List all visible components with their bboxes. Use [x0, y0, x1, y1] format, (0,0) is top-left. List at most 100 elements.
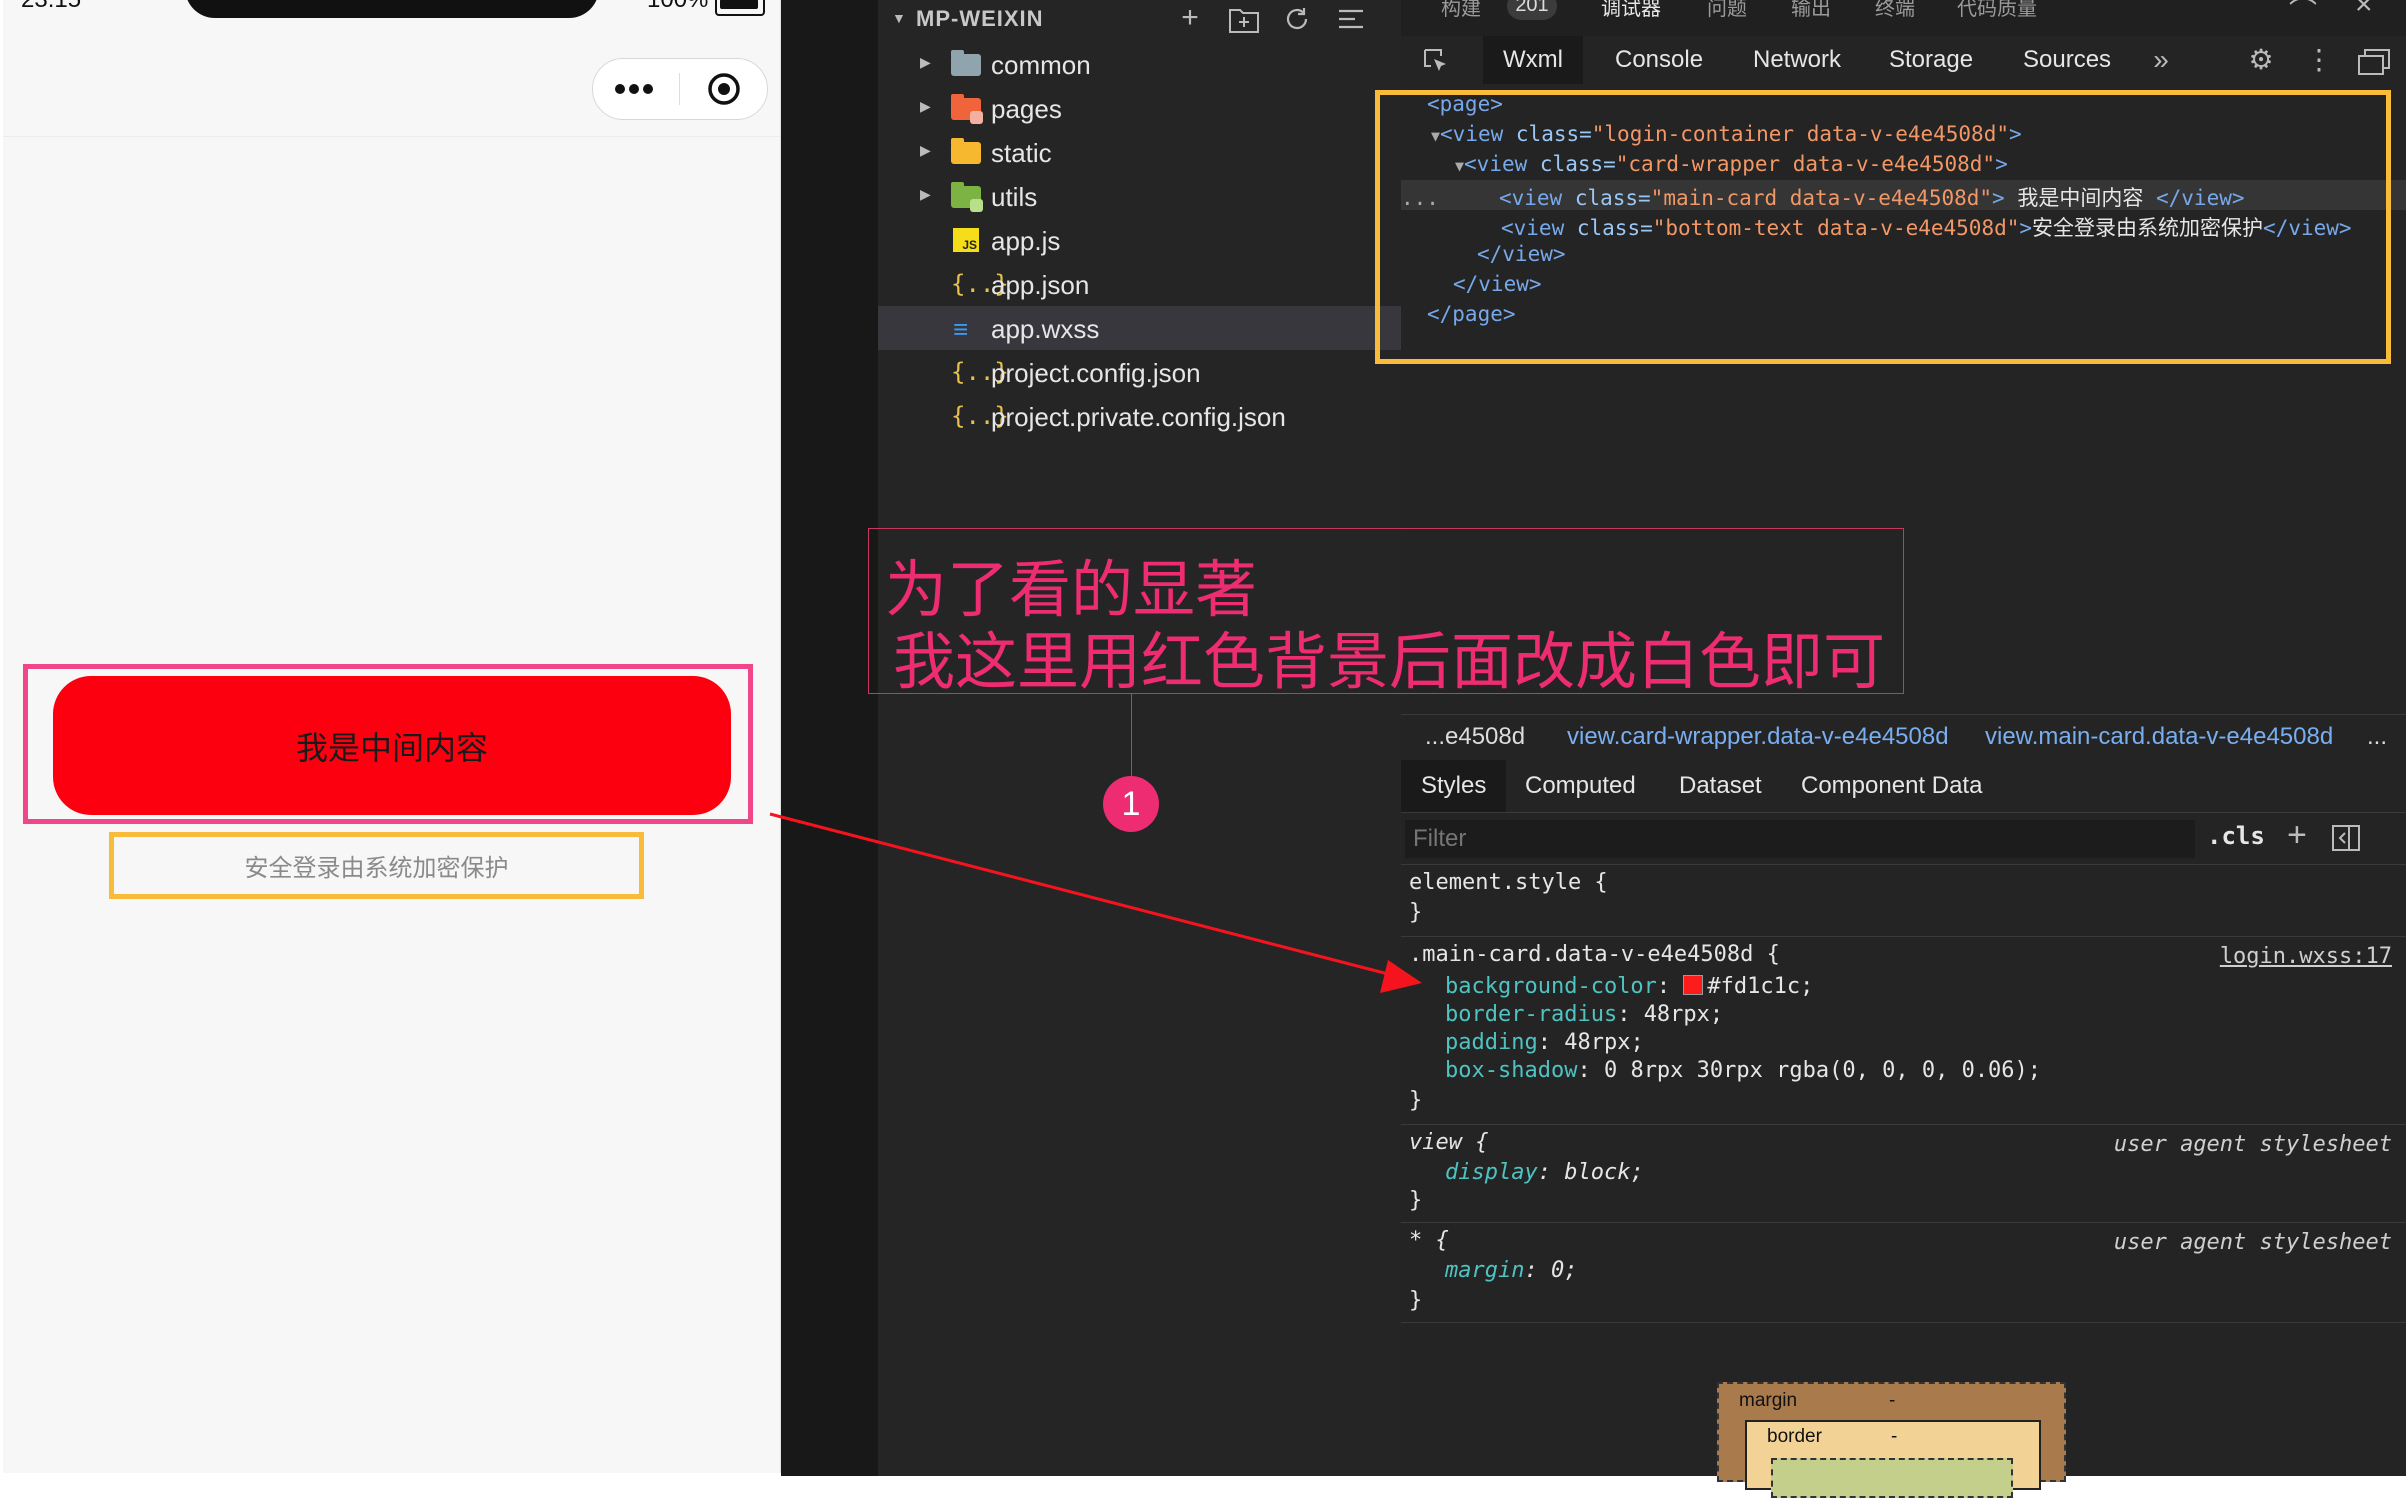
- devtools-tabs: Wxml Console Network Storage Sources » ⚙…: [1401, 36, 2406, 85]
- minimize-icon[interactable]: ⌒: [2289, 0, 2317, 30]
- more-icon[interactable]: [615, 79, 665, 99]
- debugger-top-tabs: 构建 201 调试器 问题 输出 终端 代码质量 ⌒ ×: [1401, 0, 2406, 36]
- styles-filter-input[interactable]: [1405, 820, 2195, 858]
- json-file-icon: {..}: [951, 402, 1009, 430]
- breadcrumb-more[interactable]: ...: [2367, 723, 2387, 751]
- cls-toggle-button[interactable]: .cls: [2207, 822, 2265, 850]
- status-bar: 23:15 100%: [3, 0, 780, 20]
- step-number-badge: 1: [1103, 776, 1159, 832]
- tab-styles[interactable]: Styles: [1401, 760, 1507, 812]
- expand-arrow-icon[interactable]: ▶: [920, 142, 931, 159]
- border-value[interactable]: -: [1891, 1426, 1897, 1448]
- breadcrumb-item[interactable]: view.card-wrapper.data-v-e4e4508d: [1567, 723, 1949, 751]
- box-model-padding[interactable]: [1771, 1458, 2013, 1498]
- rule-element-style[interactable]: element.style { }: [1401, 866, 2406, 937]
- decl-padding[interactable]: padding: 48rpx;: [1445, 1030, 1644, 1055]
- settings-gear-icon[interactable]: ⚙: [2245, 44, 2277, 76]
- decl-background-color[interactable]: background-color: #fd1c1c;: [1445, 974, 1813, 999]
- explorer-tree: ▼ MP-WEIXIN + ▶ common ▶ pages ▶ static ▶ utils…: [878, 0, 1401, 1476]
- breadcrumb-item[interactable]: view.main-card.data-v-e4e4508d: [1985, 723, 2333, 751]
- tree-folder-utils[interactable]: ▶ utils: [878, 174, 1401, 218]
- close-icon[interactable]: ×: [2355, 0, 2373, 22]
- color-swatch[interactable]: [1683, 975, 1704, 995]
- refresh-icon[interactable]: [1282, 4, 1312, 34]
- expand-arrow-icon[interactable]: ▶: [920, 186, 931, 203]
- add-style-rule-icon[interactable]: +: [2287, 816, 2307, 855]
- nav-divider: [3, 136, 780, 137]
- tab-code-quality[interactable]: 代码质量: [1957, 0, 2037, 21]
- kebab-menu-icon[interactable]: ⋮: [2303, 44, 2335, 76]
- battery-icon: [715, 0, 765, 16]
- inspect-element-icon[interactable]: [1421, 46, 1451, 76]
- tab-dataset[interactable]: Dataset: [1679, 760, 1762, 812]
- collapse-all-icon[interactable]: [1336, 6, 1366, 34]
- tree-file-project-config-json[interactable]: {..} project.config.json: [878, 350, 1401, 394]
- margin-value[interactable]: -: [1889, 1390, 1895, 1412]
- annotation-line-2: 我这里用红色背景后面改成白色即可: [893, 625, 1886, 698]
- tab-storage[interactable]: Storage: [1889, 36, 1973, 84]
- tree-folder-pages[interactable]: ▶ pages: [878, 86, 1401, 130]
- tab-console[interactable]: Console: [1615, 36, 1703, 84]
- selector-main-card: .main-card.data-v-e4e4508d {: [1409, 942, 1780, 967]
- close-target-icon[interactable]: [706, 71, 742, 107]
- phone-simulator: 23:15 100% 我是中间内容 安全登录由系统加密保护: [3, 0, 781, 1473]
- file-explorer: ▼ MP-WEIXIN + ▶ common ▶ pages ▶ static ▶ utils…: [781, 0, 1401, 1476]
- toggle-sidebar-icon[interactable]: [2331, 824, 2361, 852]
- tab-problems[interactable]: 问题: [1707, 0, 1747, 21]
- tree-item-label: project.private.config.json: [991, 402, 1286, 432]
- tab-sources[interactable]: Sources: [2023, 36, 2111, 84]
- tree-file-app-json[interactable]: {..} app.json: [878, 262, 1401, 306]
- collapse-caret-icon[interactable]: ▼: [892, 10, 906, 26]
- tab-terminal[interactable]: 终端: [1875, 0, 1915, 21]
- source-link-login-wxss[interactable]: login.wxss:17: [2220, 944, 2392, 969]
- json-file-icon: {..}: [951, 358, 1009, 386]
- tree-file-app-wxss[interactable]: ≡ app.wxss: [878, 306, 1401, 350]
- capsule-divider: [679, 73, 680, 105]
- more-tabs-icon[interactable]: »: [2145, 44, 2177, 76]
- expand-arrow-icon[interactable]: ▶: [920, 54, 931, 71]
- filter-row: .cls +: [1401, 814, 2406, 865]
- expand-arrow-icon[interactable]: ▶: [920, 98, 931, 115]
- rule-view[interactable]: view { user agent stylesheet display: bl…: [1401, 1126, 2406, 1223]
- tree-folder-static[interactable]: ▶ static: [878, 130, 1401, 174]
- tree-item-label: utils: [991, 182, 1038, 212]
- tree-file-project-private-config-json[interactable]: {..} project.private.config.json: [878, 394, 1401, 438]
- tree-item-label: app.json: [991, 270, 1090, 300]
- tree-file-app-js[interactable]: JS app.js: [878, 218, 1401, 262]
- tab-build[interactable]: 构建: [1441, 0, 1481, 21]
- selector-universal: * {: [1409, 1228, 1449, 1253]
- folder-icon: [951, 182, 983, 212]
- tab-network[interactable]: Network: [1753, 36, 1841, 84]
- dock-icon[interactable]: [2357, 48, 2391, 76]
- new-file-icon[interactable]: +: [1174, 2, 1206, 34]
- explorer-header[interactable]: ▼ MP-WEIXIN +: [878, 0, 1401, 40]
- battery-percent: 100%: [647, 0, 708, 14]
- tab-computed[interactable]: Computed: [1525, 760, 1636, 812]
- json-file-icon: {..}: [951, 270, 1009, 298]
- annotation-callout: 为了看的显著 我这里用红色背景后面改成白色即可: [868, 528, 1904, 698]
- decl-display: display: block;: [1445, 1160, 1644, 1185]
- folder-icon: [951, 138, 983, 166]
- project-title: MP-WEIXIN: [916, 6, 1044, 31]
- new-folder-icon[interactable]: [1228, 6, 1260, 34]
- rule-main-card[interactable]: .main-card.data-v-e4e4508d { login.wxss:…: [1401, 938, 2406, 1125]
- decl-box-shadow[interactable]: box-shadow: 0 8rpx 30rpx rgba(0, 0, 0, 0…: [1445, 1058, 2041, 1083]
- folder-icon: [951, 94, 983, 124]
- decl-border-radius[interactable]: border-radius: 48rpx;: [1445, 1002, 1723, 1027]
- tab-debugger[interactable]: 调试器: [1601, 0, 1661, 21]
- rule-close-brace: }: [1409, 900, 1423, 925]
- tree-folder-common[interactable]: ▶ common: [878, 42, 1401, 86]
- tab-output[interactable]: 输出: [1791, 0, 1831, 21]
- bottom-text-highlight-box: [109, 832, 644, 899]
- rule-universal[interactable]: * { user agent stylesheet margin: 0; }: [1401, 1224, 2406, 1323]
- js-file-icon: JS: [951, 226, 983, 254]
- breadcrumb-item[interactable]: ...e4508d: [1425, 723, 1525, 751]
- tree-item-label: pages: [991, 94, 1062, 124]
- tab-wxml[interactable]: Wxml: [1483, 36, 1583, 84]
- build-count-badge: 201: [1507, 0, 1557, 20]
- box-model-border[interactable]: border -: [1745, 1420, 2041, 1498]
- tab-component-data[interactable]: Component Data: [1801, 760, 1982, 812]
- tree-item-label: static: [991, 138, 1052, 168]
- box-model-margin[interactable]: margin - border -: [1717, 1382, 2066, 1498]
- tree-item-label: app.wxss: [991, 314, 1100, 344]
